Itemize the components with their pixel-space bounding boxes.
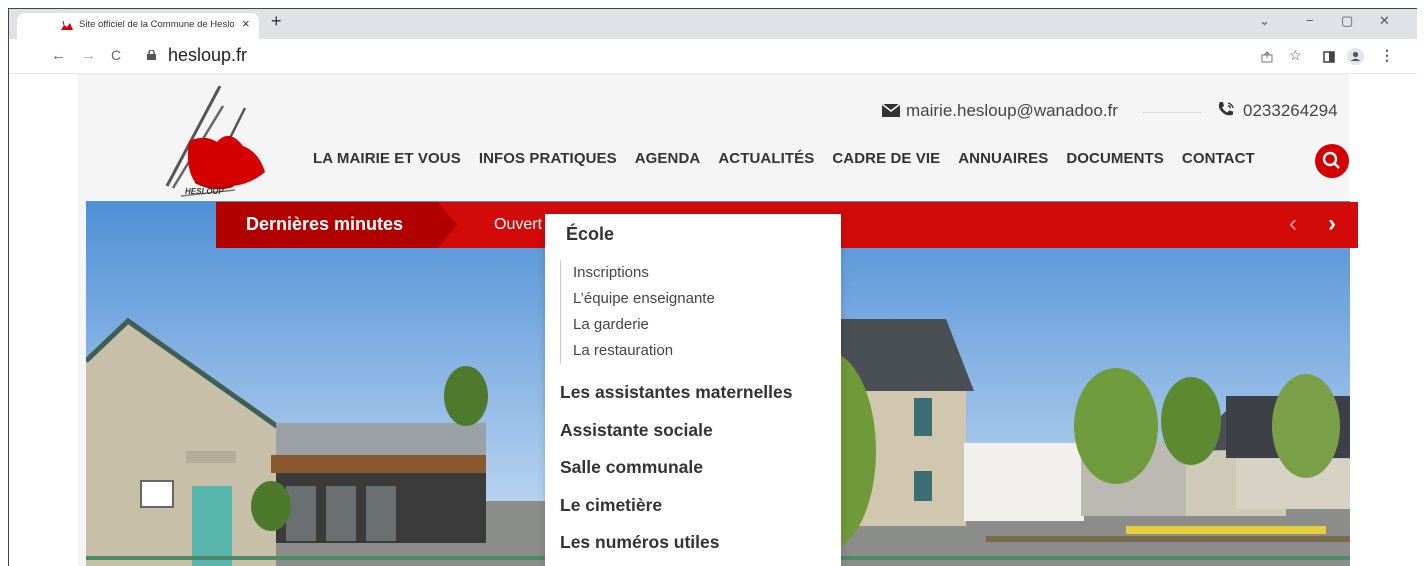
close-tab-icon[interactable]: ×	[242, 16, 250, 31]
menu-item-annuaires[interactable]: ANNUAIRES	[958, 150, 1048, 167]
menu-item-cadre-de-vie[interactable]: CADRE DE VIE	[832, 150, 940, 167]
forward-button[interactable]: →	[81, 47, 96, 64]
dropdown-item[interactable]: Les assistantes maternelles	[560, 382, 793, 420]
back-button[interactable]: ←	[51, 47, 66, 64]
search-button[interactable]	[1315, 144, 1349, 178]
search-icon	[1322, 151, 1340, 169]
new-tab-button[interactable]: +	[271, 11, 282, 32]
envelope-icon	[881, 103, 901, 117]
star-icon[interactable]: ☆	[1289, 47, 1302, 64]
ticker-label-box: Dernières minutes	[216, 202, 457, 248]
browser-tab[interactable]: Site officiel de la Commune de Hesloup ×	[17, 13, 259, 39]
ticker-text[interactable]: Ouvert	[494, 216, 542, 234]
tab-search-icon[interactable]: ⌄	[1259, 13, 1270, 29]
ecole-submenu: Inscriptions L’équipe enseignante La gar…	[560, 260, 715, 364]
browser-window: Site officiel de la Commune de Hesloup ×…	[8, 8, 1417, 566]
menu-item-infos-pratiques[interactable]: INFOS PRATIQUES	[479, 150, 617, 167]
submenu-item[interactable]: L’équipe enseignante	[573, 286, 715, 312]
tab-strip: Site officiel de la Commune de Hesloup ×…	[9, 9, 1417, 39]
menu-item-documents[interactable]: DOCUMENTS	[1066, 150, 1164, 167]
main-menu: LA MAIRIE ET VOUS INFOS PRATIQUES AGENDA AC…	[313, 150, 1255, 168]
sidepanel-icon[interactable]	[1323, 51, 1335, 63]
phone-text: 0233264294	[1243, 101, 1338, 120]
dropdown-heading-ecole[interactable]: École	[566, 224, 614, 245]
close-window-button[interactable]: ✕	[1379, 13, 1390, 29]
commune-logo[interactable]: HESLOUP	[165, 86, 271, 201]
dropdown-items: Les assistantes maternelles Assistante s…	[560, 382, 793, 566]
submenu-item[interactable]: Inscriptions	[573, 260, 715, 286]
email-link[interactable]: mairie.hesloup@wanadoo.fr	[881, 101, 1118, 121]
tab-title: Site officiel de la Commune de Hesloup	[79, 19, 234, 30]
dropdown-item[interactable]: Salle communale	[560, 457, 793, 495]
submenu-item[interactable]: La restauration	[573, 338, 715, 364]
reload-button[interactable]: C	[111, 47, 121, 63]
menu-item-contact[interactable]: CONTACT	[1182, 150, 1255, 167]
menu-item-actualites[interactable]: ACTUALITÉS	[718, 150, 814, 167]
page-content: HESLOUP mairie.hesloup@wanadoo.fr 023326…	[77, 74, 1358, 566]
phone-icon	[1218, 102, 1234, 116]
menu-item-agenda[interactable]: AGENDA	[635, 150, 701, 167]
contact-divider	[1142, 112, 1202, 113]
dropdown-item[interactable]: Le cimetière	[560, 495, 793, 533]
profile-icon[interactable]	[1347, 48, 1364, 65]
menu-icon[interactable]: ⋮	[1380, 47, 1394, 64]
email-text: mairie.hesloup@wanadoo.fr	[906, 101, 1118, 120]
infos-pratiques-dropdown: École Inscriptions L’équipe enseignante …	[545, 214, 841, 566]
dropdown-item[interactable]: Assistante sociale	[560, 420, 793, 458]
address-bar: ← → C hesloup.fr ☆ ⋮	[9, 39, 1417, 74]
menu-item-la-mairie-et-vous[interactable]: LA MAIRIE ET VOUS	[313, 150, 461, 167]
minimize-button[interactable]: −	[1306, 13, 1314, 28]
share-icon[interactable]	[1261, 51, 1273, 63]
web-page: HESLOUP mairie.hesloup@wanadoo.fr 023326…	[9, 74, 1417, 566]
lock-icon	[147, 50, 156, 60]
ticker-prev-button[interactable]: ‹	[1289, 210, 1297, 238]
url-field[interactable]: hesloup.fr	[168, 45, 247, 66]
submenu-item[interactable]: La garderie	[573, 312, 715, 338]
favicon-icon	[61, 21, 73, 30]
ticker-next-button[interactable]: ›	[1328, 210, 1336, 238]
maximize-button[interactable]: ▢	[1341, 13, 1353, 29]
dropdown-item[interactable]: Les numéros utiles	[560, 532, 793, 566]
ticker-label: Dernières minutes	[246, 214, 404, 234]
logo-text: HESLOUP	[185, 187, 224, 196]
phone-link[interactable]: 0233264294	[1217, 101, 1338, 121]
